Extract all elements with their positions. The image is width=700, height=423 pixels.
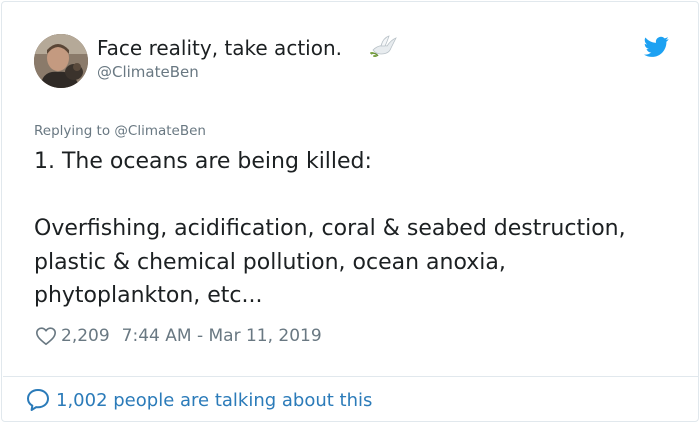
dove-with-olive-branch-icon <box>370 35 397 57</box>
tweet-card: Face reality, take action. @ClimateBen R… <box>1 1 699 422</box>
display-name[interactable]: Face reality, take action. <box>97 36 342 60</box>
tweet-line-2: Overfishing, acidification, coral & seab… <box>34 216 626 308</box>
tweet-meta: 2,209 7:44 AM - Mar 11, 2019 <box>35 324 322 348</box>
avatar[interactable] <box>34 34 88 88</box>
speech-bubble-icon <box>27 389 49 411</box>
talking-text[interactable]: 1,002 people are talking about this <box>56 390 372 411</box>
profile-photo <box>34 34 88 88</box>
replying-to: Replying to @ClimateBen <box>34 123 206 139</box>
tweet-line-1: 1. The oceans are being killed: <box>34 149 372 174</box>
heart-outline-icon[interactable] <box>35 325 57 347</box>
reply-mention-link[interactable]: @ClimateBen <box>114 123 206 139</box>
divider <box>3 376 699 377</box>
replying-to-prefix: Replying to <box>34 123 111 139</box>
user-handle[interactable]: @ClimateBen <box>97 63 199 81</box>
tweet-text: 1. The oceans are being killed: Overfish… <box>34 145 664 313</box>
tweet-timestamp[interactable]: 7:44 AM - Mar 11, 2019 <box>122 326 322 346</box>
twitter-bird-icon[interactable] <box>644 36 669 58</box>
conversation-link[interactable]: 1,002 people are talking about this <box>25 386 372 414</box>
like-count[interactable]: 2,209 <box>61 326 110 346</box>
